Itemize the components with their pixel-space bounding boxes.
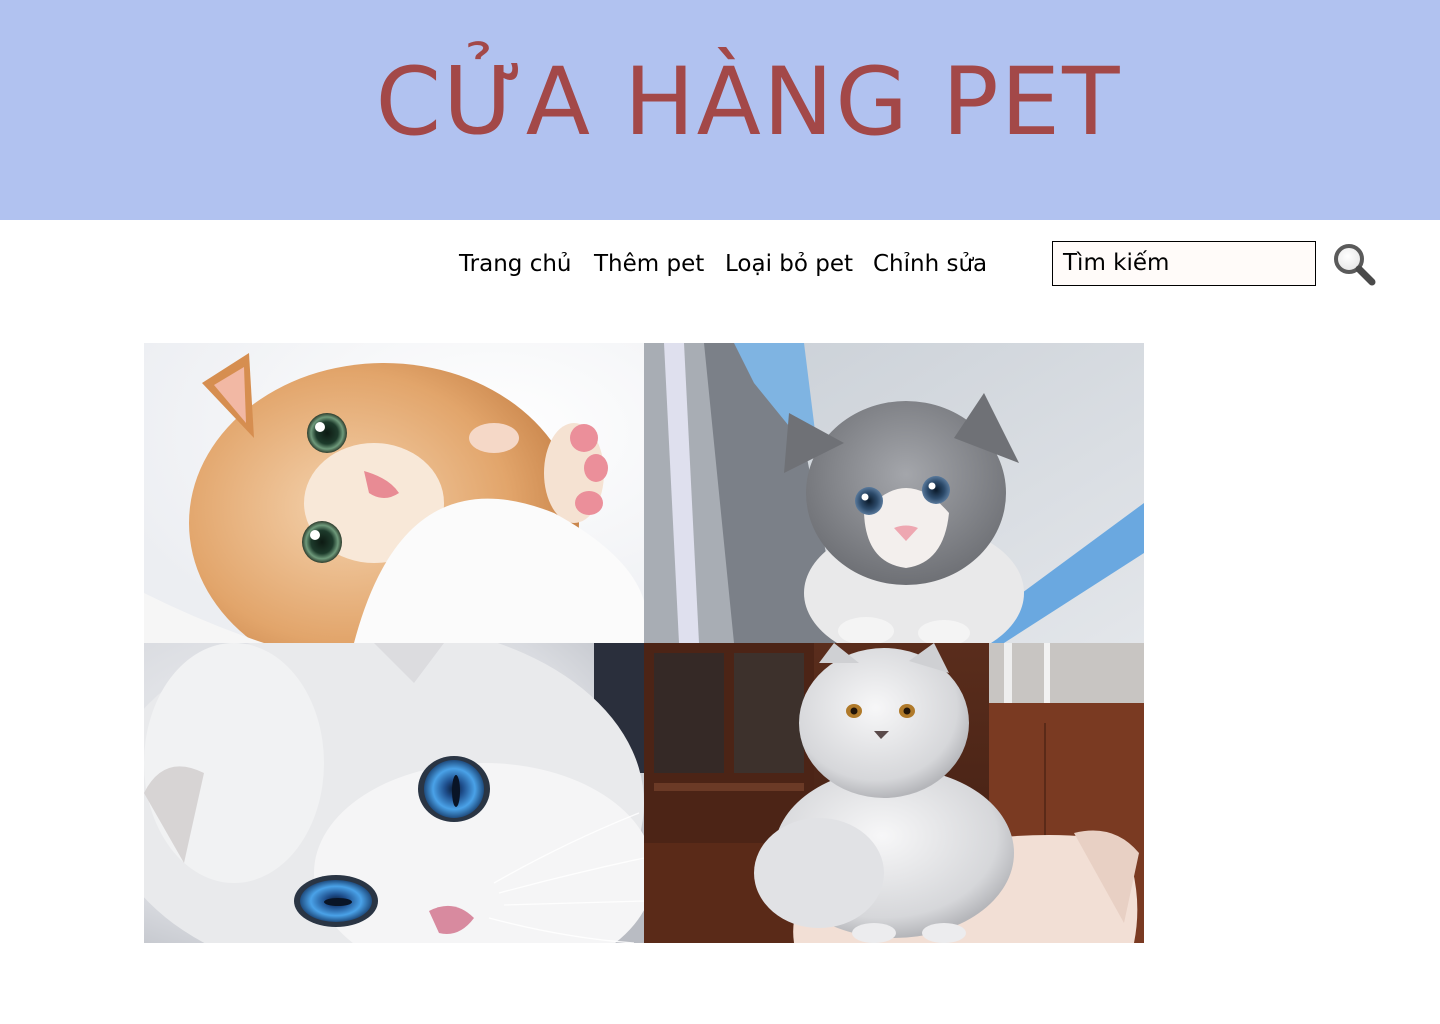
- search-input[interactable]: [1052, 241, 1316, 286]
- pet-image-gray-kitten[interactable]: [644, 343, 1144, 643]
- search-button[interactable]: [1330, 240, 1378, 288]
- page-title: CỬA HÀNG PET: [375, 48, 1122, 157]
- nav-item-remove-pet[interactable]: Loại bỏ pet: [725, 246, 853, 282]
- pet-image-orange-kitten[interactable]: [144, 343, 644, 643]
- search-icon: [1334, 244, 1376, 286]
- nav-item-add-pet[interactable]: Thêm pet: [594, 246, 704, 282]
- site-header: CỬA HÀNG PET: [0, 0, 1440, 220]
- pet-gallery: [144, 343, 1144, 943]
- nav-item-home[interactable]: Trang chủ: [459, 246, 572, 282]
- pet-image-persian-cat[interactable]: [644, 643, 1144, 943]
- pet-image-white-blue-eyed-cat[interactable]: [144, 643, 644, 943]
- nav-item-edit[interactable]: Chỉnh sửa: [873, 246, 987, 282]
